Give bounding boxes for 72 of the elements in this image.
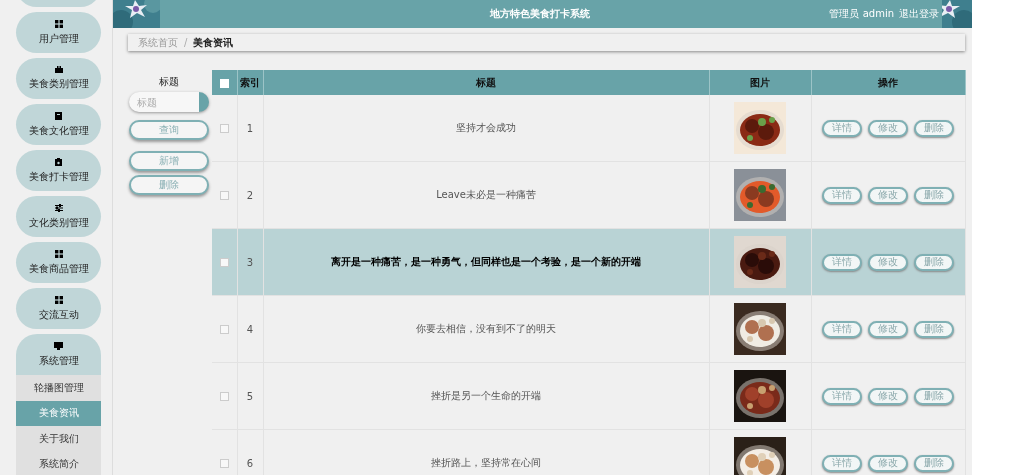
action-button[interactable]: 删除 [914,387,954,405]
action-button[interactable]: 删除 [914,119,954,137]
search-field[interactable]: 标题 [129,92,209,112]
select-all-checkbox[interactable] [219,78,229,88]
action-button[interactable]: 删除 [914,253,954,271]
table-cell: 挫折路上，坚持常在心间 [431,457,541,468]
action-button[interactable]: 详情 [822,387,862,405]
action-button[interactable]: 删除 [914,186,954,204]
add-button[interactable]: 新增 [129,151,209,171]
column-header: 索引 [240,76,260,88]
action-button[interactable]: 详情 [822,454,862,472]
search-button[interactable]: 查询 [129,120,209,140]
table-cell: 挫折是另一个生命的开端 [431,390,541,401]
action-button[interactable]: 修改 [868,320,908,338]
submenu-item[interactable]: 关于我们 [16,426,101,452]
action-button[interactable]: 删除 [914,320,954,338]
row-checkbox[interactable] [219,325,229,334]
delete-button[interactable]: 删除 [129,175,209,195]
app-title: 地方特色美食打卡系统 [488,7,591,21]
table-cell: 3 [246,256,254,268]
action-button[interactable]: 详情 [822,119,862,137]
table-cell: 4 [246,323,254,335]
action-button[interactable]: 详情 [822,253,862,271]
submenu-item[interactable]: 系统简介 [16,451,101,475]
table-cell: 你要去相信，没有到不了的明天 [416,323,556,334]
action-button[interactable]: 修改 [868,253,908,271]
sidebar-item[interactable]: 美食商品管理 [16,242,101,283]
column-header: 图片 [750,76,770,88]
table-cell: Leave未必是一种痛苦 [436,189,536,200]
table-cell: 1 [246,122,254,134]
field-label: 标题 [158,75,180,89]
row-checkbox[interactable] [219,258,229,267]
sliders-icon [54,203,63,212]
row-checkbox[interactable] [219,191,229,200]
action-button[interactable]: 修改 [868,387,908,405]
sidebar-item[interactable]: 美食类别管理 [16,58,101,99]
sidebar-item[interactable]: 系统管理 [16,334,101,375]
table-cell: 2 [246,189,254,201]
sidebar-item[interactable]: 交流互动 [16,288,101,329]
submenu-item[interactable]: 美食资讯 [16,400,101,426]
logout-link[interactable]: 退出登录 [899,7,939,21]
action-button[interactable]: 删除 [914,454,954,472]
sidebar-item[interactable]: 美食打卡管理 [16,150,101,191]
table-cell: 坚持才会成功 [456,122,516,133]
table-cell: 6 [246,457,254,469]
user-label: 管理员 admin [829,7,894,21]
row-checkbox[interactable] [219,392,229,401]
submenu-item[interactable]: 轮播图管理 [16,375,101,401]
briefcase-icon [54,66,63,73]
clipboard-icon [55,157,62,166]
action-button[interactable]: 修改 [868,119,908,137]
row-checkbox[interactable] [219,124,229,133]
table-cell: 离开是一种痛苦，是一种勇气，但同样也是一个考验，是一个新的开端 [331,256,641,267]
monitor-icon [54,341,63,350]
column-header: 操作 [878,76,898,88]
breadcrumb-separator: / [184,37,188,48]
breadcrumb-link[interactable]: 系统首页 [138,35,178,50]
column-header: 标题 [476,76,496,88]
grid-icon [54,19,63,28]
table-cell: 5 [246,390,254,402]
breadcrumb-current: 美食资讯 [193,35,234,50]
action-button[interactable]: 修改 [868,186,908,204]
sidebar-item[interactable]: 美食文化管理 [16,104,101,145]
row-checkbox[interactable] [219,459,229,468]
sidebar-item[interactable]: 用户管理 [16,12,101,53]
sidebar-item[interactable]: 文化类别管理 [16,196,101,237]
grid-icon [54,249,63,258]
action-button[interactable]: 详情 [822,320,862,338]
action-button[interactable]: 详情 [822,186,862,204]
grid-icon [54,295,63,304]
clipboard-icon [55,111,62,120]
action-button[interactable]: 修改 [868,454,908,472]
